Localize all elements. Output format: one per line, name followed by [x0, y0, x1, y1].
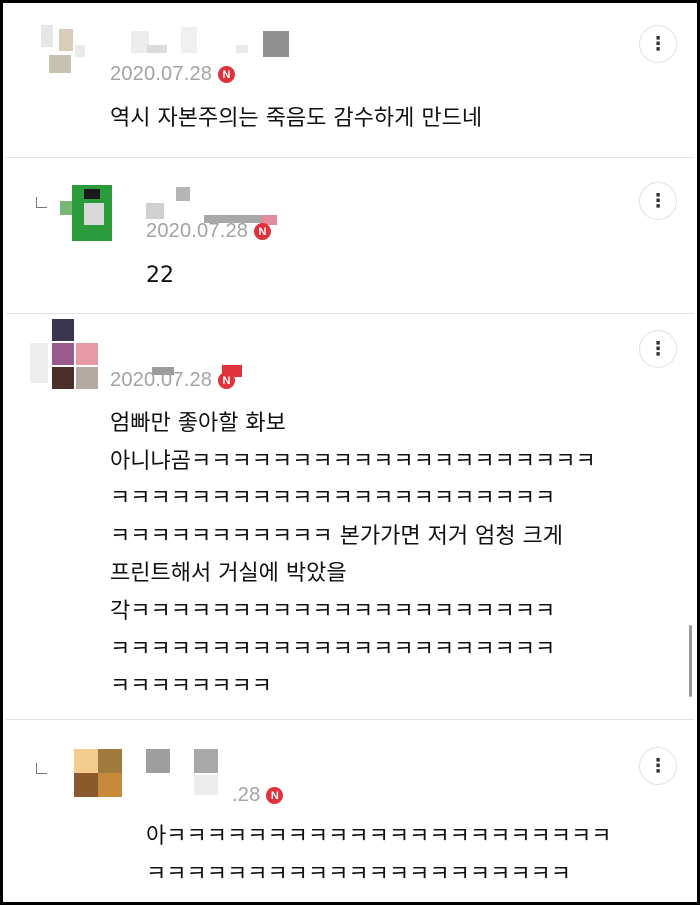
- comment-date: 2020.07.28: [146, 220, 249, 242]
- new-badge: N: [218, 66, 236, 83]
- new-badge: N: [266, 787, 284, 804]
- avatar[interactable]: [74, 749, 134, 809]
- avatar[interactable]: [58, 185, 118, 245]
- more-options-button[interactable]: ⋮: [639, 747, 677, 785]
- comment-date-row: 2020.07.28 N: [110, 369, 236, 392]
- comment-date-row: .28 N: [232, 784, 284, 807]
- comment-item: 2020.07.28 N ⋮ 역시 자본주의는 죽음도 감수하게 만드네: [6, 3, 694, 158]
- comment-line: 아ㅋㅋㅋㅋㅋㅋㅋㅋㅋㅋㅋㅋㅋㅋㅋㅋㅋㅋㅋㅋㅋㅋ: [146, 824, 612, 849]
- more-options-button[interactable]: ⋮: [639, 330, 677, 368]
- reply-arrow-icon: [36, 197, 47, 208]
- avatar[interactable]: [26, 319, 98, 389]
- comment-date: 2020.07.28: [110, 369, 213, 391]
- comment-line: ㅋㅋㅋㅋㅋㅋㅋㅋ: [110, 674, 272, 700]
- avatar[interactable]: [31, 25, 91, 85]
- comment-date: 2020.07.28: [110, 63, 213, 85]
- more-options-button[interactable]: ⋮: [639, 182, 677, 220]
- comment-text: 역시 자본주의는 죽음도 감수하게 만드네: [110, 106, 483, 131]
- comment-line: 각ㅋㅋㅋㅋㅋㅋㅋㅋㅋㅋㅋㅋㅋㅋㅋㅋㅋㅋㅋㅋㅋ: [110, 599, 556, 624]
- scrollbar[interactable]: [689, 625, 692, 697]
- comment-date: .28: [232, 784, 261, 806]
- comment-list: 2020.07.28 N ⋮ 역시 자본주의는 죽음도 감수하게 만드네 202…: [0, 0, 700, 905]
- comment-item: 2020.07.28 N ⋮ 엄빠만 좋아할 화보 아니냐곰ㅋㅋㅋㅋㅋㅋㅋㅋㅋㅋ…: [6, 313, 694, 720]
- comment-line: ㅋㅋㅋㅋㅋㅋㅋㅋㅋㅋㅋㅋㅋㅋㅋㅋㅋㅋㅋㅋㅋㅋ: [110, 636, 556, 662]
- comment-text: 22: [146, 263, 174, 288]
- reply-arrow-icon: [36, 763, 47, 774]
- new-badge: N: [218, 372, 236, 389]
- comment-line: 아니냐곰ㅋㅋㅋㅋㅋㅋㅋㅋㅋㅋㅋㅋㅋㅋㅋㅋㅋㅋㅋㅋ: [110, 448, 596, 474]
- reply-item: .28 N ⋮ 아ㅋㅋㅋㅋㅋㅋㅋㅋㅋㅋㅋㅋㅋㅋㅋㅋㅋㅋㅋㅋㅋㅋ ㅋㅋㅋㅋㅋㅋㅋㅋ…: [6, 719, 694, 905]
- new-badge: N: [254, 223, 272, 240]
- more-options-button[interactable]: ⋮: [639, 25, 677, 63]
- comment-line: ㅋㅋㅋㅋㅋㅋㅋㅋㅋㅋㅋㅋㅋㅋㅋㅋㅋㅋㅋㅋㅋㅋ: [110, 486, 556, 512]
- comment-line: ㅋㅋㅋㅋㅋㅋㅋㅋㅋㅋㅋ 본가가면 저거 엄청 크게: [110, 523, 564, 549]
- comment-line: ㅋㅋㅋㅋㅋㅋㅋㅋㅋㅋㅋㅋㅋㅋㅋㅋㅋㅋㅋㅋㅋ: [146, 861, 572, 887]
- comment-line: 프린트해서 거실에 박았을: [110, 561, 347, 587]
- reply-item: 2020.07.28 N ⋮ 22: [6, 157, 694, 314]
- comment-date-row: 2020.07.28 N: [146, 220, 272, 243]
- comment-date-row: 2020.07.28 N: [110, 63, 236, 86]
- comment-line: 엄빠만 좋아할 화보: [110, 411, 286, 436]
